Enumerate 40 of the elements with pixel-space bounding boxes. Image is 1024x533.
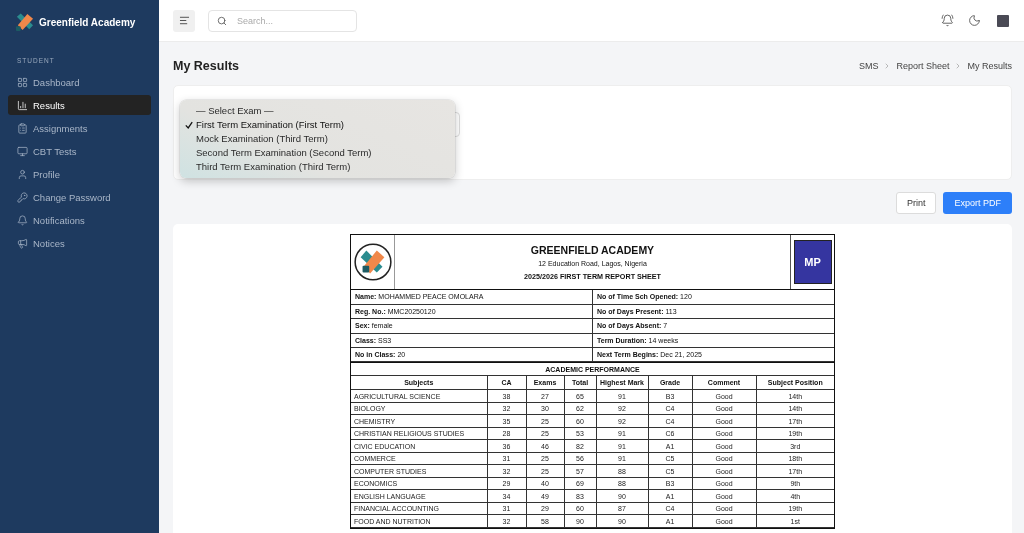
- nav-item[interactable]: Assignments: [8, 118, 151, 139]
- dropdown-option[interactable]: First Term Examination (First Term): [180, 118, 455, 132]
- export-button[interactable]: Export PDF: [943, 192, 1012, 214]
- bar-chart-icon: [17, 99, 28, 111]
- breadcrumb-link[interactable]: SMS: [858, 61, 879, 71]
- school-name: GREENFIELD ACADEMY: [530, 243, 655, 256]
- dropdown-option[interactable]: — Select Exam —: [180, 104, 455, 118]
- grid-icon: [17, 76, 28, 88]
- menu-button[interactable]: [173, 9, 195, 32]
- nav-item[interactable]: Profile: [8, 164, 151, 185]
- clipboard-icon: [17, 122, 28, 134]
- dropdown-option[interactable]: Second Term Examination (Second Term): [180, 146, 455, 160]
- page-title: My Results: [173, 59, 239, 73]
- key-icon: [17, 192, 28, 204]
- nav-item[interactable]: Notices: [8, 234, 151, 254]
- nav-item[interactable]: Results: [8, 95, 151, 116]
- dropdown-option[interactable]: Third Term Examination (Third Term): [180, 160, 455, 174]
- nav-item[interactable]: CBT Tests: [8, 141, 151, 162]
- megaphone-icon: [17, 238, 28, 250]
- print-button[interactable]: Print: [895, 192, 937, 214]
- school-crest-icon: [353, 243, 392, 281]
- moon-icon[interactable]: [968, 14, 981, 27]
- search-icon: [217, 15, 227, 26]
- brand-name: Greenfield Academy: [39, 16, 136, 28]
- search-field[interactable]: Search...: [208, 9, 357, 32]
- check-icon: [185, 121, 193, 129]
- user-icon: [17, 169, 28, 181]
- dropdown-option[interactable]: Mock Examination (Third Term): [180, 132, 455, 146]
- menu-icon: [178, 15, 190, 26]
- bell-icon: [17, 215, 28, 227]
- breadcrumb-current: My Results: [967, 61, 1012, 71]
- student-initials: MP: [793, 240, 832, 284]
- breadcrumb-link[interactable]: Report Sheet: [896, 61, 950, 71]
- nav-item[interactable]: Notifications: [8, 210, 151, 231]
- school-logo-icon: [15, 12, 34, 32]
- ringing-bell-icon[interactable]: [941, 14, 954, 27]
- nav-item[interactable]: Dashboard: [8, 72, 151, 92]
- avatar-placeholder[interactable]: [997, 14, 1009, 27]
- monitor-icon: [17, 145, 28, 157]
- nav-item[interactable]: Change Password: [8, 187, 151, 208]
